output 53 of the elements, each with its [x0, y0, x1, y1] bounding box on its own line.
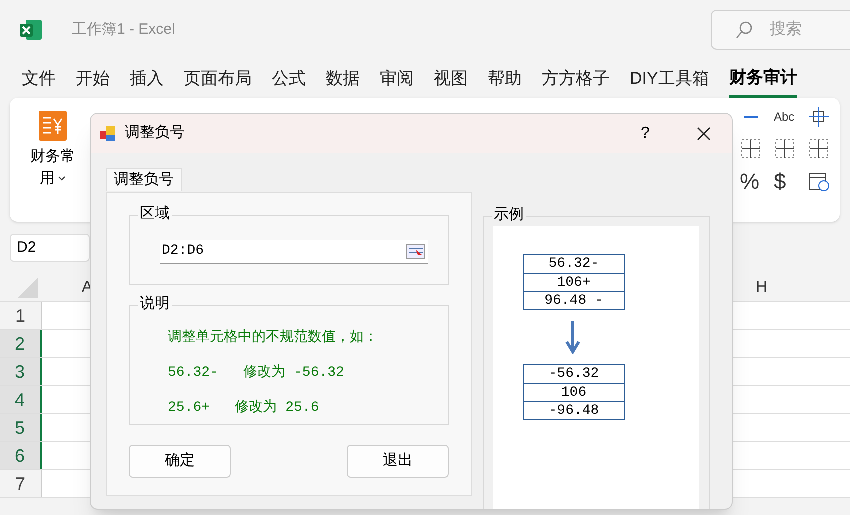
- dialog-button[interactable]: 确定: [129, 445, 231, 478]
- menu-tab[interactable]: 帮助: [488, 60, 522, 98]
- menu-tab[interactable]: 开始: [76, 60, 110, 98]
- down-arrow-icon: [565, 320, 581, 354]
- dialog-button[interactable]: 退出: [347, 445, 449, 478]
- ribbon-button[interactable]: 财务常用: [27, 146, 79, 190]
- menu-tab[interactable]: 方方格子: [542, 60, 610, 98]
- document-yen-icon: [38, 110, 68, 142]
- dollar-button[interactable]: $: [774, 170, 796, 194]
- menu-tab[interactable]: 公式: [272, 60, 306, 98]
- border-grid-icon[interactable]: [774, 138, 796, 160]
- excel-logo-icon: [20, 20, 42, 40]
- menu-tab[interactable]: 页面布局: [184, 60, 252, 98]
- caret-icon: [58, 176, 66, 182]
- row-header[interactable]: 6: [0, 442, 42, 469]
- row-header[interactable]: 4: [0, 386, 42, 413]
- app-icon: [99, 124, 117, 142]
- window-title: 工作簿1 - Excel: [72, 20, 176, 40]
- range-field[interactable]: D2:D6: [160, 240, 428, 264]
- row-header[interactable]: 1: [0, 302, 42, 329]
- border-grid-icon[interactable]: [740, 138, 762, 160]
- note-text: 56.32- 修改为 -56.32: [168, 364, 346, 383]
- note-text: 调整单元格中的不规范数值，如：: [168, 328, 379, 348]
- percent-button[interactable]: %: [740, 170, 762, 194]
- row-header[interactable]: 5: [0, 414, 42, 441]
- row-header[interactable]: 3: [0, 358, 42, 385]
- row-header[interactable]: 7: [0, 470, 42, 497]
- menu-tab[interactable]: 插入: [130, 60, 164, 98]
- search-icon: [736, 21, 754, 39]
- example-cell-text: 56.32-: [548, 255, 600, 273]
- row-header[interactable]: 2: [0, 330, 42, 357]
- dialog-title: 调整负号: [125, 123, 185, 144]
- example-cell: 96.48 -: [524, 291, 624, 309]
- menu-tab[interactable]: 视图: [434, 60, 468, 98]
- column-header[interactable]: H: [756, 274, 768, 301]
- dialog-tab[interactable]: 调整负号: [106, 168, 182, 191]
- menu-tab[interactable]: 审阅: [380, 60, 414, 98]
- menu-tab[interactable]: 文件: [22, 60, 56, 98]
- example-cell: 106+: [524, 273, 624, 291]
- name-box[interactable]: D2: [10, 234, 90, 262]
- ribbon-label[interactable]: Abc: [774, 106, 796, 128]
- move-arrows-icon[interactable]: [808, 106, 830, 128]
- border-grid-icon[interactable]: [808, 138, 830, 160]
- example-cell-text: -56.32: [548, 365, 600, 383]
- field-value: D2:D6: [162, 242, 204, 261]
- menu-tab[interactable]: 数据: [326, 60, 360, 98]
- range-select-icon[interactable]: [406, 244, 426, 260]
- example-cell: 106: [524, 383, 624, 401]
- example-cell: -96.48: [524, 401, 624, 419]
- menu-tab[interactable]: DIY工具箱: [630, 60, 710, 98]
- help-button[interactable]: ?: [641, 122, 650, 146]
- note-text: 25.6+ 修改为 25.6: [168, 398, 320, 418]
- close-icon[interactable]: [697, 126, 711, 140]
